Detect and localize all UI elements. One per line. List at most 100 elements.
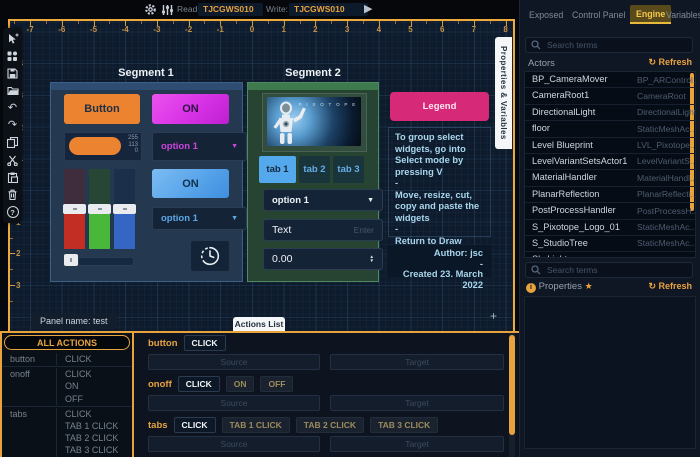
properties-refresh-button[interactable]: ↻ Refresh — [648, 281, 692, 292]
properties-search[interactable] — [525, 262, 693, 278]
actor-row[interactable]: PlanarReflection PlanarReflecti... — [525, 187, 695, 204]
actor-row[interactable]: BP_CameraMover BP_ARControl... — [525, 72, 695, 89]
target-input[interactable] — [330, 436, 504, 452]
actor-row[interactable]: LevelVariantSetsActor1 LevelVariantS... — [525, 154, 695, 171]
properties-variables-tab[interactable]: Properties & Variables — [495, 37, 512, 149]
text-input-widget[interactable]: Text Enter — [263, 219, 383, 241]
slider-handle[interactable] — [88, 204, 111, 214]
actor-row[interactable]: floor StaticMeshAc... — [525, 121, 696, 138]
actor-type: SkyLight — [637, 255, 670, 257]
source-input[interactable] — [148, 354, 321, 370]
h-ruler-label: 4 — [376, 25, 382, 34]
tool-cut-icon[interactable] — [5, 153, 20, 168]
action-list-row[interactable]: button CLICK — [2, 352, 132, 368]
slider-blue[interactable] — [113, 169, 136, 249]
robot-image[interactable]: P I X O T O P E — [267, 97, 361, 146]
actors-refresh-button[interactable]: ↻ Refresh — [648, 57, 692, 68]
target-input[interactable] — [330, 354, 504, 370]
tool-save-icon[interactable] — [5, 66, 20, 81]
tool-select-icon[interactable] — [5, 31, 20, 46]
actions-scrollbar-thumb[interactable] — [509, 335, 515, 435]
tab-variables[interactable]: Variables — [666, 10, 700, 20]
tool-paste-icon[interactable] — [5, 170, 20, 185]
number-spinner[interactable]: 0.00 ▲ ▼ — [263, 248, 383, 270]
tool-delete-icon[interactable] — [5, 187, 20, 202]
timer-clock-widget[interactable] — [191, 241, 229, 271]
slider-handle[interactable] — [63, 204, 86, 214]
play-icon[interactable]: ▶ — [364, 2, 372, 15]
slider-handle[interactable] — [64, 254, 78, 266]
spinner-arrows-icon[interactable]: ▲ ▼ — [370, 254, 374, 264]
tool-copy-icon[interactable] — [5, 135, 20, 150]
tab-2[interactable]: tab 2 — [299, 156, 330, 183]
action-event[interactable]: CLICK — [65, 368, 132, 380]
slider-track-top — [114, 169, 135, 204]
actions-list-tab[interactable]: Actions List — [233, 317, 285, 331]
actor-row[interactable]: PostProcessHandler PostProcessH... — [525, 203, 695, 220]
mixer-icon[interactable] — [161, 4, 174, 16]
settings-gear-icon[interactable] — [144, 3, 157, 16]
actor-row[interactable]: CameraRoot1 CameraRoot — [525, 88, 695, 105]
tool-help-icon[interactable]: ? — [5, 205, 20, 220]
source-input[interactable] — [148, 436, 321, 452]
legend-button[interactable]: Legend — [390, 92, 489, 121]
dropdown-segment2[interactable]: option 1 ▼ — [263, 189, 383, 211]
action-event-chip[interactable]: TAB 2 CLICK — [295, 417, 365, 433]
action-list-row[interactable]: tabs CLICK TAB 1 CLICK TAB 2 CLICK TAB 3 CLI… — [2, 407, 132, 457]
target-input[interactable] — [330, 395, 504, 411]
tab-1[interactable]: tab 1 — [259, 156, 296, 183]
action-event-chip[interactable]: CLICK — [177, 376, 220, 392]
actor-row[interactable]: S_Pixotope_Logo_01 StaticMeshAc... — [525, 220, 695, 236]
tab-3[interactable]: tab 3 — [333, 156, 364, 183]
action-event[interactable]: OFF — [65, 393, 132, 405]
search-input[interactable] — [545, 264, 687, 276]
actor-row[interactable]: DirectionalLight DirectionalLight — [525, 105, 695, 122]
slider-red[interactable] — [63, 169, 86, 249]
actor-row[interactable]: S_StudioTree StaticMeshAc... — [525, 236, 695, 253]
text-value: Text — [272, 224, 292, 236]
toggle-on-magenta[interactable]: ON — [152, 94, 229, 124]
tool-widgets-icon[interactable] — [5, 49, 20, 64]
actor-row[interactable]: SkyLight SkyLight — [525, 252, 695, 257]
actors-search[interactable] — [525, 37, 693, 53]
tool-undo-icon[interactable]: ↶ — [5, 101, 20, 116]
slider-track[interactable] — [78, 256, 134, 266]
button-widget[interactable]: Button — [64, 94, 140, 124]
author-line: Author: jsc — [433, 248, 483, 258]
tab-exposed[interactable]: Exposed — [529, 10, 563, 20]
action-event-chip[interactable]: CLICK — [173, 417, 216, 433]
action-list-row[interactable]: onoff CLICK ON OFF — [2, 367, 132, 407]
search-input[interactable] — [545, 39, 687, 51]
tool-open-icon[interactable] — [5, 83, 20, 98]
action-event[interactable]: CLICK — [65, 353, 132, 365]
all-actions-button[interactable]: ALL ACTIONS — [4, 335, 130, 350]
read-engine-field[interactable]: TJCGWS010 — [198, 3, 263, 16]
action-event[interactable]: CLICK — [65, 408, 132, 420]
slider-green[interactable] — [88, 169, 111, 249]
actor-row[interactable]: MaterialHandler MaterialHandl... — [525, 170, 695, 187]
source-input[interactable] — [148, 395, 321, 411]
action-event[interactable]: TAB 3 CLICK — [65, 444, 132, 456]
actor-type: StaticMeshAc... — [637, 123, 696, 134]
action-event-chip[interactable]: OFF — [260, 376, 294, 392]
action-event-chip[interactable]: ON — [225, 376, 255, 392]
write-engine-field[interactable]: TJCGWS010 — [289, 3, 368, 16]
dropdown-blue[interactable]: option 1 ▼ — [152, 207, 247, 230]
horizontal-slider[interactable] — [64, 254, 134, 266]
action-event[interactable]: ON — [65, 380, 132, 392]
slider-handle[interactable] — [113, 204, 136, 214]
action-event[interactable]: TAB 1 CLICK — [65, 420, 132, 432]
action-event-chip[interactable]: TAB 3 CLICK — [370, 417, 439, 433]
action-event-chip[interactable]: TAB 1 CLICK — [221, 417, 290, 433]
color-display-widget[interactable]: 255 113 0 — [64, 132, 142, 161]
dropdown-magenta[interactable]: option 1 ▼ — [152, 132, 247, 161]
star-icon[interactable]: ★ — [585, 281, 593, 291]
action-name-label: onoff — [148, 378, 172, 390]
toggle-on-blue[interactable]: ON — [152, 169, 229, 198]
tab-control-panel[interactable]: Control Panel — [572, 10, 625, 20]
tool-redo-icon[interactable]: ↷ — [5, 118, 20, 133]
h-ruler-minor-tick — [236, 21, 238, 24]
action-event[interactable]: TAB 2 CLICK — [65, 432, 132, 444]
action-event-chip[interactable]: CLICK — [183, 335, 226, 351]
actor-row[interactable]: Level Blueprint LVL_Pixotope... — [525, 138, 695, 154]
